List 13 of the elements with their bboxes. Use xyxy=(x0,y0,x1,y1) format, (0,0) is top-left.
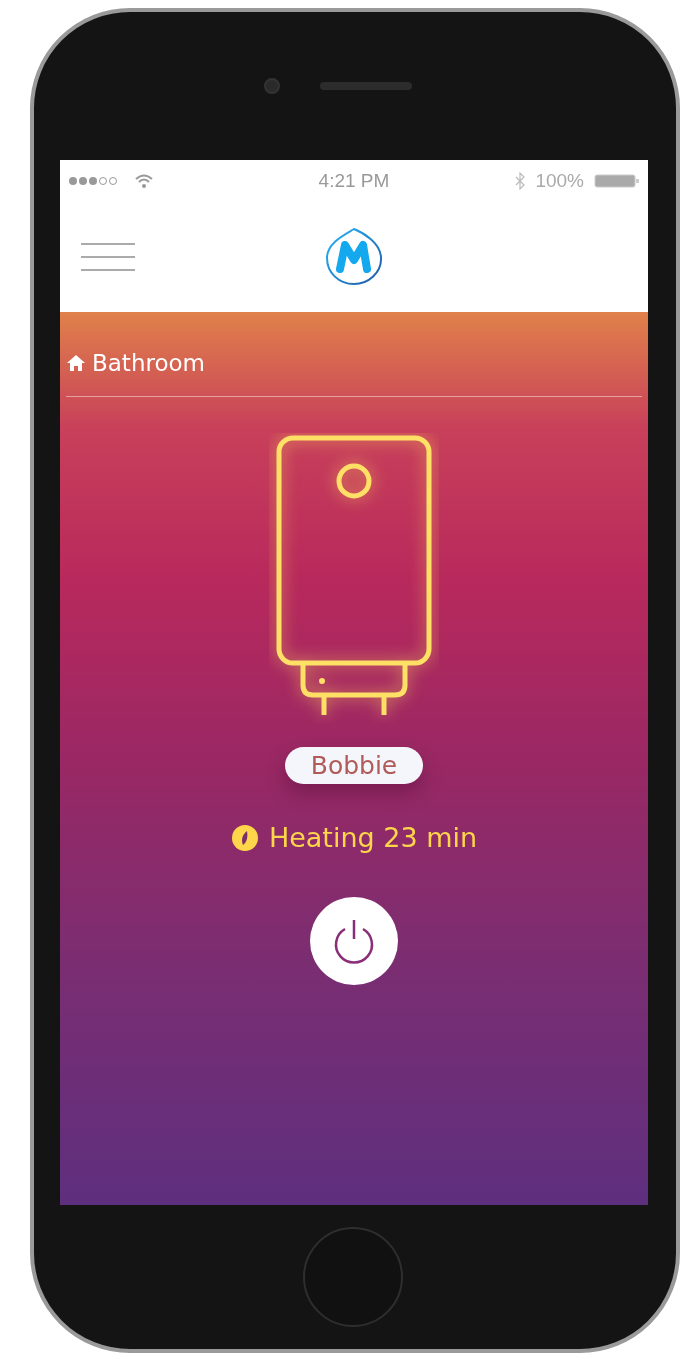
battery-icon xyxy=(594,173,640,189)
menu-icon[interactable] xyxy=(80,242,136,272)
logo-icon xyxy=(324,227,384,287)
battery-percentage: 100% xyxy=(535,170,584,192)
home-icon xyxy=(66,354,86,372)
device-name-label: Bobbie xyxy=(284,747,424,784)
wifi-icon xyxy=(134,173,154,189)
bluetooth-icon xyxy=(515,172,526,190)
room-label[interactable]: Bathroom xyxy=(92,350,205,376)
heating-status: Heating 23 min xyxy=(268,822,478,853)
status-time: 4:21 PM xyxy=(318,170,390,192)
camera-lens xyxy=(264,78,280,94)
flame-icon xyxy=(230,823,259,852)
